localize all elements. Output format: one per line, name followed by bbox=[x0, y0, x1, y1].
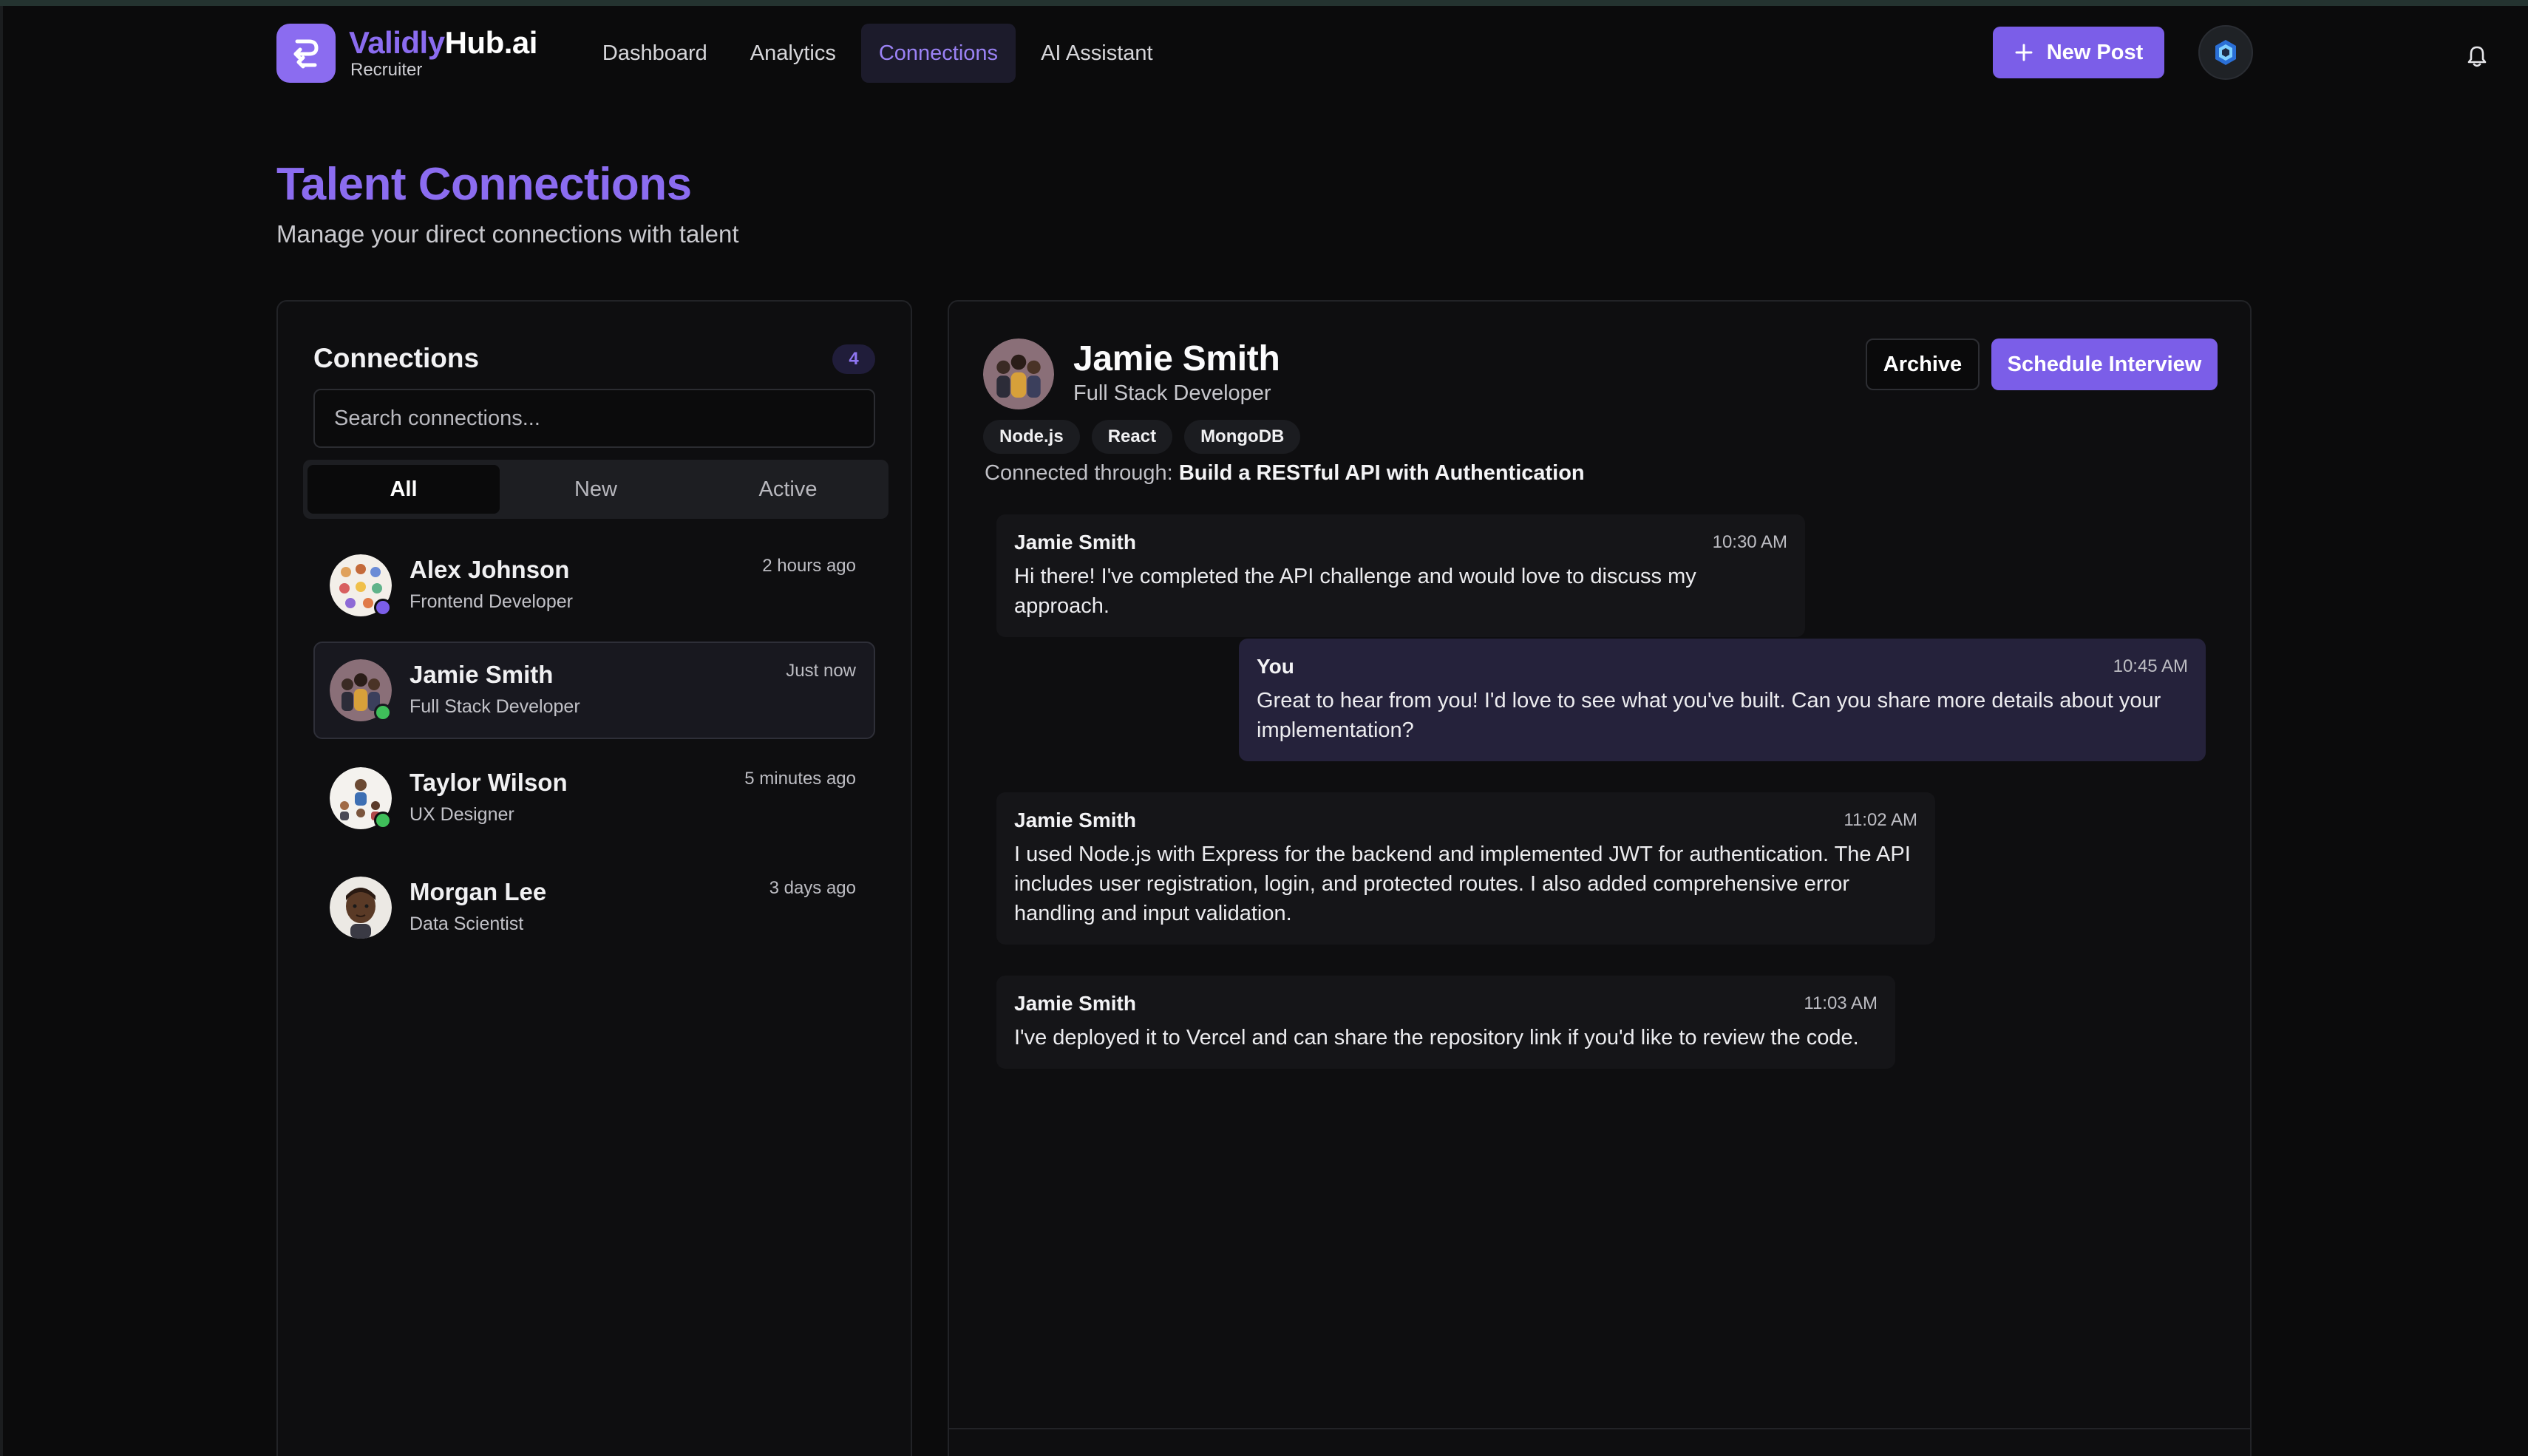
connection-item-morgan-lee[interactable]: Morgan Lee Data Scientist 3 days ago bbox=[313, 859, 875, 956]
window-left-edge bbox=[0, 6, 3, 1456]
connection-name: Alex Johnson bbox=[410, 556, 570, 583]
message-text: Hi there! I've completed the API challen… bbox=[1014, 565, 1696, 618]
connected-through-challenge[interactable]: Build a RESTful API with Authentication bbox=[1179, 461, 1585, 485]
composer-divider bbox=[949, 1428, 2250, 1429]
filter-tab-new[interactable]: New bbox=[500, 465, 692, 514]
nav-ai-assistant[interactable]: AI Assistant bbox=[1023, 24, 1171, 83]
connection-role: Frontend Developer bbox=[410, 591, 573, 612]
message-time: 11:02 AM bbox=[1844, 810, 1917, 830]
bell-icon[interactable] bbox=[2466, 44, 2488, 72]
filter-tab-all[interactable]: All bbox=[307, 465, 500, 514]
main-nav: Dashboard Analytics Connections AI Assis… bbox=[585, 24, 1171, 83]
connections-count-badge: 4 bbox=[832, 344, 875, 374]
connection-name: Taylor Wilson bbox=[410, 769, 568, 796]
archive-button[interactable]: Archive bbox=[1866, 339, 1980, 390]
brand-name: ValidlyHub.ai bbox=[349, 27, 537, 58]
connection-name: Jamie Smith bbox=[410, 661, 554, 688]
connection-item-alex-johnson[interactable]: Alex Johnson Frontend Developer 2 hours … bbox=[313, 537, 875, 634]
message-sender: Jamie Smith bbox=[1014, 992, 1136, 1015]
top-navbar: ValidlyHub.ai Recruiter Dashboard Analyt… bbox=[276, 22, 2253, 84]
message-bubble: Jamie Smith 11:03 AM I've deployed it to… bbox=[996, 976, 1895, 1069]
connections-title: Connections bbox=[313, 343, 480, 373]
message-bubble-own: You 10:45 AM Great to hear from you! I'd… bbox=[1239, 639, 2206, 761]
nav-analytics[interactable]: Analytics bbox=[733, 24, 854, 83]
new-post-button[interactable]: New Post bbox=[1993, 27, 2164, 78]
connection-name: Morgan Lee bbox=[410, 878, 547, 905]
connection-role: Full Stack Developer bbox=[410, 696, 580, 717]
message-text: Great to hear from you! I'd love to see … bbox=[1257, 689, 2161, 742]
message-time: 10:30 AM bbox=[1712, 532, 1787, 552]
skill-tag: MongoDB bbox=[1184, 420, 1301, 454]
connection-role: UX Designer bbox=[410, 804, 514, 825]
message-time: 10:45 AM bbox=[2113, 656, 2188, 676]
user-avatar[interactable] bbox=[2198, 25, 2253, 80]
brand-role: Recruiter bbox=[350, 60, 423, 80]
schedule-interview-button[interactable]: Schedule Interview bbox=[1991, 339, 2218, 390]
connected-through-label: Connected through: bbox=[985, 461, 1173, 485]
skill-tag: React bbox=[1091, 420, 1173, 454]
connections-panel: Connections 4 All New Active Alex Johnso… bbox=[276, 300, 912, 1456]
brand-prefix: Validly bbox=[349, 25, 445, 60]
connection-item-taylor-wilson[interactable]: Taylor Wilson UX Designer 5 minutes ago bbox=[313, 749, 875, 847]
brand-suffix: Hub.ai bbox=[444, 25, 538, 60]
page-title: Talent Connections bbox=[276, 159, 692, 210]
status-indicator bbox=[374, 704, 392, 721]
connection-time: 5 minutes ago bbox=[744, 769, 856, 789]
message-bubble: Jamie Smith 11:02 AM I used Node.js with… bbox=[996, 792, 1935, 945]
contact-name: Jamie Smith bbox=[1073, 339, 1280, 378]
message-sender: Jamie Smith bbox=[1014, 531, 1136, 554]
nav-dashboard[interactable]: Dashboard bbox=[585, 24, 725, 83]
contact-role: Full Stack Developer bbox=[1073, 381, 1271, 405]
window-top-border bbox=[0, 0, 2528, 6]
message-sender: You bbox=[1257, 655, 1294, 678]
brand[interactable]: ValidlyHub.ai Recruiter bbox=[349, 27, 537, 79]
skill-tag: Node.js bbox=[983, 420, 1080, 454]
status-indicator bbox=[374, 812, 392, 829]
conversation-panel: Jamie Smith Full Stack Developer Archive… bbox=[948, 300, 2252, 1456]
nav-connections[interactable]: Connections bbox=[860, 24, 1016, 83]
connection-item-jamie-smith[interactable]: Jamie Smith Full Stack Developer Just no… bbox=[313, 642, 875, 739]
message-bubble: Jamie Smith 10:30 AM Hi there! I've comp… bbox=[996, 514, 1805, 637]
message-sender: Jamie Smith bbox=[1014, 809, 1136, 831]
message-text: I used Node.js with Express for the back… bbox=[1014, 843, 1911, 925]
message-text: I've deployed it to Vercel and can share… bbox=[1014, 1026, 1859, 1050]
connection-time: 2 hours ago bbox=[762, 556, 856, 576]
connection-role: Data Scientist bbox=[410, 914, 524, 934]
connection-time: 3 days ago bbox=[769, 878, 856, 898]
avatar bbox=[983, 339, 1054, 409]
filter-tabs: All New Active bbox=[303, 460, 888, 519]
filter-tab-active[interactable]: Active bbox=[692, 465, 884, 514]
message-time: 11:03 AM bbox=[1804, 993, 1878, 1013]
search-connections-input[interactable] bbox=[313, 389, 875, 448]
plus-icon bbox=[2015, 44, 2033, 61]
connection-time: Just now bbox=[786, 661, 856, 681]
skill-tags: Node.js React MongoDB bbox=[983, 420, 1301, 454]
page-subtitle: Manage your direct connections with tale… bbox=[276, 220, 739, 248]
new-post-label: New Post bbox=[2046, 40, 2144, 64]
status-indicator bbox=[374, 599, 392, 616]
avatar bbox=[330, 877, 392, 939]
logo-icon[interactable] bbox=[276, 24, 336, 83]
connected-through: Connected through: Build a RESTful API w… bbox=[985, 461, 1585, 486]
